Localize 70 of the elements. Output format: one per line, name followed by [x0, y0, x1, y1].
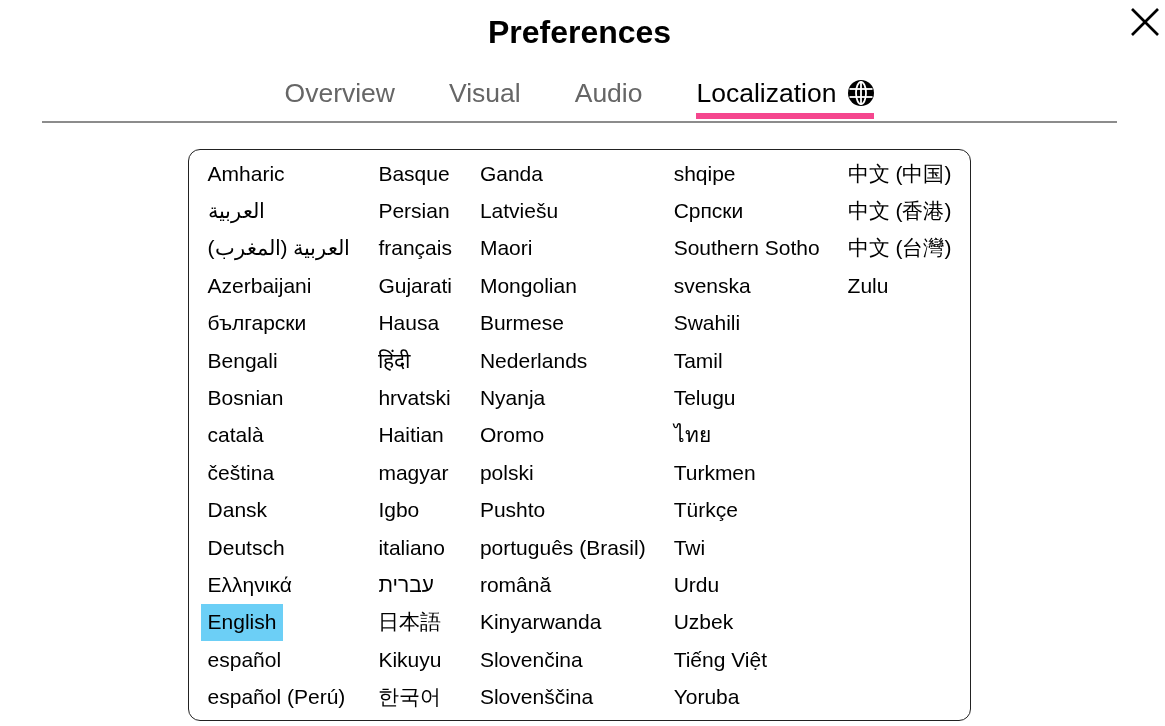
language-option[interactable]: svenska [666, 267, 758, 305]
language-option[interactable]: Hausa [371, 304, 447, 342]
language-option[interactable]: Bengali [200, 341, 285, 380]
language-option[interactable]: Mongolian [472, 267, 584, 305]
language-option[interactable]: Urdu [666, 566, 727, 604]
language-option[interactable]: Türkçe [666, 491, 745, 529]
close-icon [1131, 8, 1159, 36]
language-option[interactable]: Basque [371, 155, 457, 193]
language-option[interactable]: Slovenščina [472, 678, 601, 716]
language-option[interactable]: Kinyarwanda [472, 603, 609, 642]
language-option[interactable]: Nederlands [472, 341, 595, 380]
language-option[interactable]: español (Perú) [200, 678, 353, 716]
language-option[interactable]: Tamil [666, 341, 730, 380]
language-option[interactable]: ไทย [666, 416, 718, 455]
language-option[interactable]: hrvatski [371, 379, 458, 417]
language-option[interactable]: 中文 (中国) [840, 155, 959, 193]
language-option[interactable]: Pushto [472, 491, 553, 529]
language-option[interactable]: Kikuyu [371, 641, 449, 679]
tab[interactable]: Overview [284, 78, 395, 119]
language-option[interactable]: magyar [371, 454, 456, 492]
language-option[interactable]: العربية (المغرب) [200, 229, 358, 268]
language-option[interactable]: 한국어 [371, 678, 449, 716]
language-option[interactable]: čeština [200, 454, 282, 492]
language-option[interactable]: Maori [472, 229, 540, 268]
language-option[interactable]: עברית [371, 566, 441, 604]
language-option[interactable]: 中文 (台灣) [840, 229, 959, 268]
language-option[interactable]: Latviešu [472, 192, 566, 230]
language-option[interactable]: Amharic [200, 155, 292, 193]
language-option[interactable]: Oromo [472, 416, 552, 455]
language-option[interactable]: Bosnian [200, 379, 291, 417]
language-option[interactable]: Nyanja [472, 379, 553, 417]
language-option[interactable]: العربية [200, 192, 272, 230]
language-option[interactable]: Deutsch [200, 528, 292, 567]
language-option[interactable]: Persian [371, 192, 457, 230]
language-option[interactable]: Zulu [840, 267, 896, 305]
language-option[interactable]: Ελληνικά [200, 566, 299, 604]
language-option[interactable]: Uzbek [666, 603, 741, 642]
language-option[interactable]: 日本語 [371, 603, 449, 642]
language-option[interactable]: Haitian [371, 416, 451, 455]
language-option[interactable]: français [371, 229, 459, 268]
language-option[interactable]: Yoruba [666, 678, 747, 716]
language-option[interactable]: 中文 (香港) [840, 192, 959, 230]
language-option[interactable]: Telugu [666, 379, 743, 417]
language-option[interactable]: Tiếng Việt [666, 641, 775, 679]
language-option[interactable]: Twi [666, 528, 713, 567]
language-option[interactable]: português (Brasil) [472, 528, 653, 567]
language-option[interactable]: italiano [371, 528, 452, 567]
language-option[interactable]: Turkmen [666, 454, 763, 492]
tab[interactable]: Audio [574, 78, 643, 119]
language-option[interactable]: español [200, 641, 289, 679]
close-button[interactable] [1131, 8, 1159, 36]
language-option[interactable]: Azerbaijani [200, 267, 319, 305]
language-option[interactable]: Swahili [666, 304, 748, 342]
language-option[interactable]: shqipe [666, 155, 743, 193]
language-option[interactable]: Ganda [472, 155, 550, 193]
language-option[interactable]: română [472, 566, 559, 604]
language-option[interactable]: Southern Sotho [666, 229, 827, 268]
language-option[interactable]: Dansk [200, 491, 275, 529]
tab[interactable]: Visual [449, 78, 521, 119]
dialog-title: Preferences [487, 14, 672, 51]
language-option[interactable]: български [200, 304, 314, 342]
language-option[interactable]: català [200, 416, 271, 455]
language-option[interactable]: हिंदी [371, 341, 418, 380]
language-option[interactable]: Српски [666, 192, 751, 230]
language-option[interactable]: polski [472, 454, 541, 492]
language-option[interactable]: Burmese [472, 304, 571, 342]
language-option[interactable]: Slovenčina [472, 641, 590, 679]
language-option[interactable]: Igbo [371, 491, 427, 529]
language-option[interactable]: Gujarati [371, 267, 459, 305]
language-option[interactable]: English [200, 603, 284, 642]
